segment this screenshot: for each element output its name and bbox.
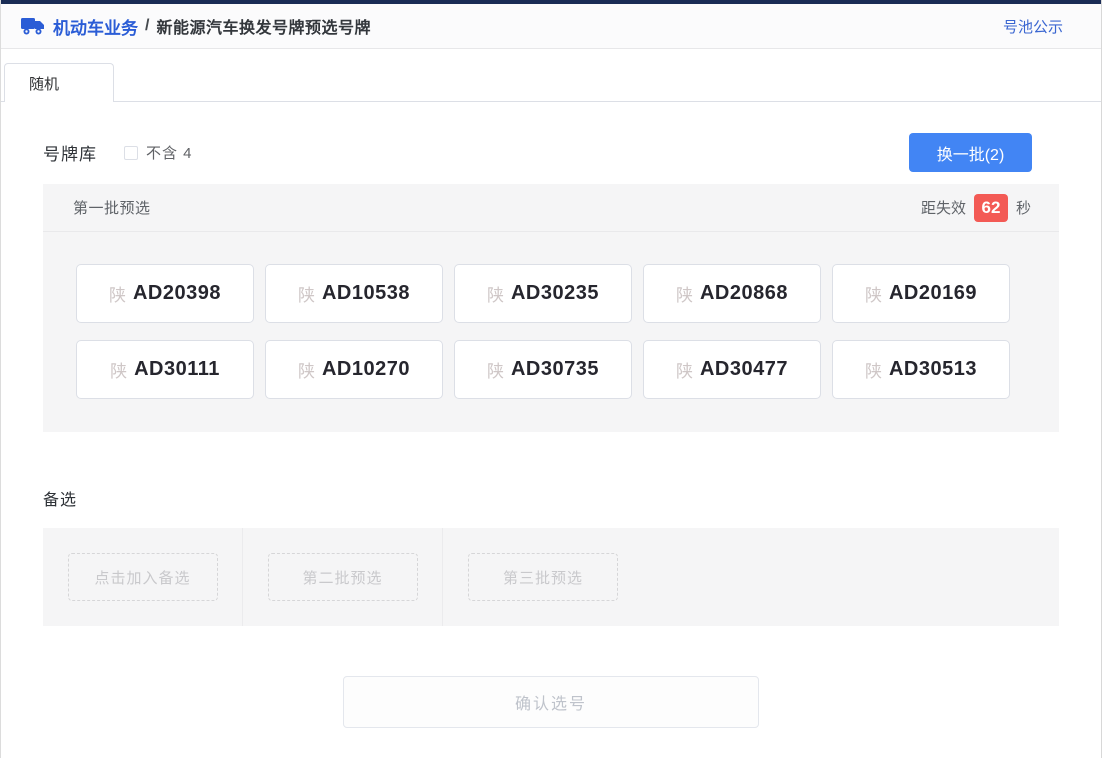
page: 机动车业务 / 新能源汽车换发号牌预选号牌 号池公示 随机 号牌库 不含 4 换… — [0, 0, 1102, 758]
plate-grid: 陕 AD20398 陕 AD10538 陕 AD30235 陕 AD20868 … — [43, 232, 1059, 432]
plate-option[interactable]: 陕 AD30735 — [454, 340, 632, 399]
second-batch-slot-button[interactable]: 第二批预选 — [268, 553, 418, 601]
tab-random[interactable]: 随机 — [4, 63, 114, 102]
plate-option[interactable]: 陕 AD20398 — [76, 264, 254, 323]
plate-option[interactable]: 陕 AD30235 — [454, 264, 632, 323]
confirm-selection-button[interactable]: 确认选号 — [343, 676, 759, 728]
plate-province: 陕 — [487, 357, 504, 382]
alternative-slot-cell: 第二批预选 — [243, 528, 443, 626]
plate-option[interactable]: 陕 AD30111 — [76, 340, 254, 399]
expiry-prefix: 距失效 — [921, 197, 966, 218]
alternative-slot-cell: 第三批预选 — [443, 528, 643, 626]
add-alternative-button[interactable]: 点击加入备选 — [68, 553, 218, 601]
plate-number: AD30235 — [511, 282, 599, 305]
expiry-suffix: 秒 — [1016, 197, 1031, 218]
plate-option[interactable]: 陕 AD20868 — [643, 264, 821, 323]
change-batch-button[interactable]: 换一批(2) — [909, 133, 1032, 172]
plate-option[interactable]: 陕 AD20169 — [832, 264, 1010, 323]
third-batch-slot-button[interactable]: 第三批预选 — [468, 553, 618, 601]
plate-option[interactable]: 陕 AD10538 — [265, 264, 443, 323]
pool-label: 号牌库 — [43, 140, 97, 165]
alternative-slot-cell: 点击加入备选 — [43, 528, 243, 626]
truck-icon — [21, 16, 45, 36]
tab-bar: 随机 — [1, 63, 1101, 102]
plate-number: AD30477 — [700, 358, 788, 381]
plate-number: AD30513 — [889, 358, 977, 381]
batch-title: 第一批预选 — [73, 197, 151, 218]
plate-option[interactable]: 陕 AD30477 — [643, 340, 821, 399]
pool-publicity-link[interactable]: 号池公示 — [1003, 16, 1063, 37]
plate-province: 陕 — [298, 357, 315, 382]
first-batch-panel: 第一批预选 距失效 62 秒 陕 AD20398 陕 AD10538 — [43, 184, 1059, 432]
plate-province: 陕 — [676, 281, 693, 306]
pool-toolbar: 号牌库 不含 4 换一批(2) — [43, 133, 1059, 172]
plate-number: AD20398 — [133, 282, 221, 305]
plate-option[interactable]: 陕 AD10270 — [265, 340, 443, 399]
breadcrumb-separator: / — [145, 17, 149, 35]
breadcrumb-section[interactable]: 机动车业务 — [53, 14, 138, 39]
expiry-countdown: 距失效 62 秒 — [921, 194, 1031, 222]
alternatives-title: 备选 — [43, 486, 1059, 510]
plate-option[interactable]: 陕 AD30513 — [832, 340, 1010, 399]
plate-number: AD20868 — [700, 282, 788, 305]
first-batch-header: 第一批预选 距失效 62 秒 — [43, 184, 1059, 232]
alternatives-panel: 点击加入备选 第二批预选 第三批预选 — [43, 528, 1059, 626]
plate-province: 陕 — [109, 281, 126, 306]
plate-number: AD30111 — [134, 358, 220, 381]
plate-province: 陕 — [865, 281, 882, 306]
page-title: 新能源汽车换发号牌预选号牌 — [156, 14, 371, 38]
plate-province: 陕 — [298, 281, 315, 306]
plate-province: 陕 — [865, 357, 882, 382]
plate-province: 陕 — [487, 281, 504, 306]
main-content: 号牌库 不含 4 换一批(2) 第一批预选 距失效 62 秒 陕 — [1, 133, 1101, 728]
plate-province: 陕 — [676, 357, 693, 382]
plate-number: AD20169 — [889, 282, 977, 305]
expiry-seconds-badge: 62 — [974, 194, 1008, 222]
exclude-4-filter[interactable]: 不含 4 — [124, 142, 193, 163]
exclude-4-checkbox[interactable] — [124, 146, 138, 160]
exclude-4-label: 不含 4 — [146, 142, 193, 163]
header: 机动车业务 / 新能源汽车换发号牌预选号牌 号池公示 — [1, 4, 1101, 49]
plate-number: AD30735 — [511, 358, 599, 381]
plate-number: AD10270 — [322, 358, 410, 381]
plate-number: AD10538 — [322, 282, 410, 305]
plate-province: 陕 — [110, 357, 127, 382]
